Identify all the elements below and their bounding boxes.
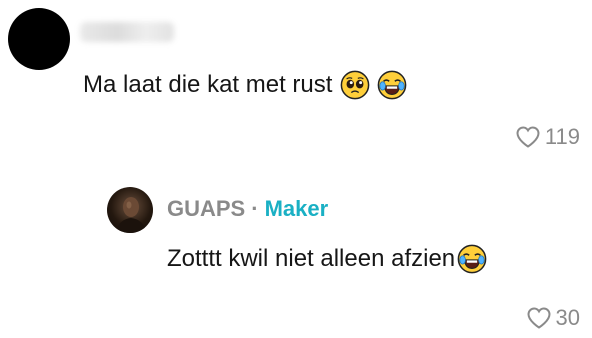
reply-author[interactable]: GUAPS bbox=[167, 196, 245, 222]
face-with-tears-of-joy-icon bbox=[377, 70, 407, 100]
reply-header: GUAPS · Maker bbox=[167, 196, 328, 222]
reply-avatar[interactable] bbox=[107, 187, 153, 233]
blurred-username bbox=[80, 22, 174, 42]
creator-badge: Maker bbox=[264, 196, 329, 221]
reply-text: Zotttt kwil niet alleen afzien bbox=[167, 245, 456, 272]
heart-outline-icon bbox=[516, 126, 540, 148]
like-count: 119 bbox=[544, 124, 580, 149]
like-button[interactable]: 119 bbox=[515, 124, 580, 150]
person-silhouette-icon bbox=[115, 197, 147, 233]
heart-outline-icon bbox=[527, 307, 551, 329]
emoji-group bbox=[340, 70, 407, 100]
comment-body: Ma laat die kat met rust bbox=[83, 70, 407, 100]
comment-text: Ma laat die kat met rust bbox=[83, 71, 333, 98]
separator-dot: · bbox=[251, 196, 259, 221]
avatar[interactable] bbox=[8, 8, 70, 70]
face-with-tears-of-joy-icon bbox=[457, 244, 487, 274]
reply-like-count: 30 bbox=[555, 305, 580, 330]
pleading-face-icon bbox=[341, 70, 370, 100]
reply-body: Zotttt kwil niet alleen afzien bbox=[167, 244, 487, 274]
reply-like-button[interactable]: 30 bbox=[526, 305, 580, 331]
